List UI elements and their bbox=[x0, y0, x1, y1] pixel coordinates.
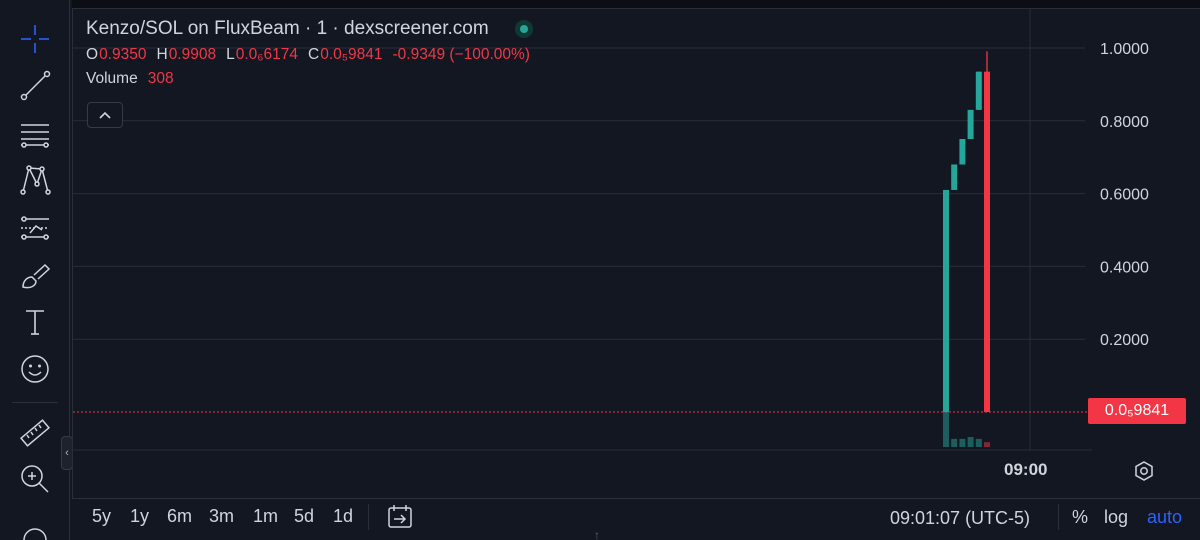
text-tool[interactable] bbox=[14, 304, 56, 340]
zoom-icon bbox=[21, 465, 49, 493]
bottom-divider-right bbox=[1058, 504, 1059, 530]
ruler-icon bbox=[20, 419, 50, 447]
ohlc-open-key: O bbox=[86, 46, 99, 63]
gear-icon bbox=[1135, 461, 1153, 481]
magnet-icon bbox=[23, 528, 47, 540]
goto-date-icon bbox=[388, 505, 412, 528]
ohlc-close-key: C bbox=[308, 46, 320, 63]
chart-settings-button[interactable] bbox=[1133, 460, 1155, 482]
toolbar-divider bbox=[12, 402, 58, 403]
brush-tool[interactable] bbox=[14, 258, 56, 294]
zoom-tool[interactable] bbox=[14, 461, 56, 497]
more-tools[interactable] bbox=[14, 520, 56, 540]
volume-value: 308 bbox=[147, 70, 174, 87]
drawing-toolbar bbox=[0, 0, 70, 540]
ohlc-open-value: 0.9350 bbox=[99, 46, 147, 63]
ohlc-low-value: 0.0₆6174 bbox=[235, 46, 299, 63]
crosshair-icon bbox=[21, 25, 49, 53]
chart-legend: Kenzo/SOL on FluxBeam · 1 · dexscreener.… bbox=[86, 18, 540, 88]
pattern-tool[interactable] bbox=[14, 162, 56, 198]
horizontal-lines-tool[interactable] bbox=[14, 115, 56, 151]
resize-arrow-icon[interactable]: ↑ bbox=[594, 528, 600, 540]
volume-row: Volume 308 bbox=[86, 70, 540, 88]
ohlc-row: O 0.9350 H 0.9908 L 0.0₆6174 C 0.0₅9841 -0.9… bbox=[86, 46, 540, 64]
range-3m-button[interactable]: 3m bbox=[209, 506, 234, 530]
forecast-tool[interactable] bbox=[14, 210, 56, 246]
trend-line-tool[interactable] bbox=[14, 67, 56, 103]
symbol-title[interactable]: Kenzo/SOL on FluxBeam · 1 · dexscreener.… bbox=[86, 18, 489, 40]
range-1d-button[interactable]: 1d bbox=[333, 506, 353, 530]
ohlc-change: -0.9349 (−100.00%) bbox=[392, 46, 530, 63]
bottom-toolbar bbox=[72, 498, 1200, 540]
horizontal-lines-icon bbox=[21, 124, 49, 148]
live-status-dot bbox=[514, 20, 533, 38]
ruler-tool[interactable] bbox=[14, 415, 56, 451]
emoji-icon bbox=[21, 355, 49, 383]
last-price-tag: 0.0₅9841 bbox=[1088, 398, 1186, 424]
ohlc-close-value: 0.0₅9841 bbox=[320, 46, 383, 63]
legend-title-row: Kenzo/SOL on FluxBeam · 1 · dexscreener.… bbox=[86, 18, 540, 40]
text-icon bbox=[26, 310, 44, 335]
ohlc-high-key: H bbox=[156, 46, 168, 63]
ohlc-high-value: 0.9908 bbox=[168, 46, 217, 63]
time-axis-label: 09:00 bbox=[1004, 460, 1048, 479]
bottom-divider bbox=[368, 504, 369, 530]
range-1y-button[interactable]: 1y bbox=[130, 506, 149, 530]
window-top-strip bbox=[72, 0, 1200, 8]
crosshair-tool[interactable] bbox=[14, 21, 56, 57]
volume-label: Volume bbox=[86, 70, 138, 87]
chevron-left-icon: ‹ bbox=[65, 447, 69, 459]
chevron-up-icon bbox=[99, 111, 111, 119]
pattern-icon bbox=[20, 165, 51, 195]
chart-window: ‹ 1.0000 0.8000 0.6000 0.4000 0.2000 Kenzo/S… bbox=[0, 0, 1200, 540]
brush-icon bbox=[22, 263, 51, 289]
goto-date-button[interactable] bbox=[386, 504, 414, 530]
range-1m-button[interactable]: 1m bbox=[253, 506, 278, 530]
auto-scale-button[interactable]: auto bbox=[1147, 507, 1182, 528]
range-5d-button[interactable]: 5d bbox=[294, 506, 314, 530]
log-scale-button[interactable]: log bbox=[1104, 507, 1128, 528]
trend-line-icon bbox=[20, 70, 51, 101]
emoji-tool[interactable] bbox=[14, 351, 56, 387]
clock-timezone[interactable]: 09:01:07 (UTC-5) bbox=[890, 508, 1030, 529]
range-5y-button[interactable]: 5y bbox=[92, 506, 111, 530]
percent-scale-button[interactable]: % bbox=[1072, 507, 1088, 528]
forecast-icon bbox=[21, 216, 49, 240]
range-6m-button[interactable]: 6m bbox=[167, 506, 192, 530]
legend-collapse-button[interactable] bbox=[87, 102, 123, 128]
ohlc-low-key: L bbox=[226, 46, 235, 63]
